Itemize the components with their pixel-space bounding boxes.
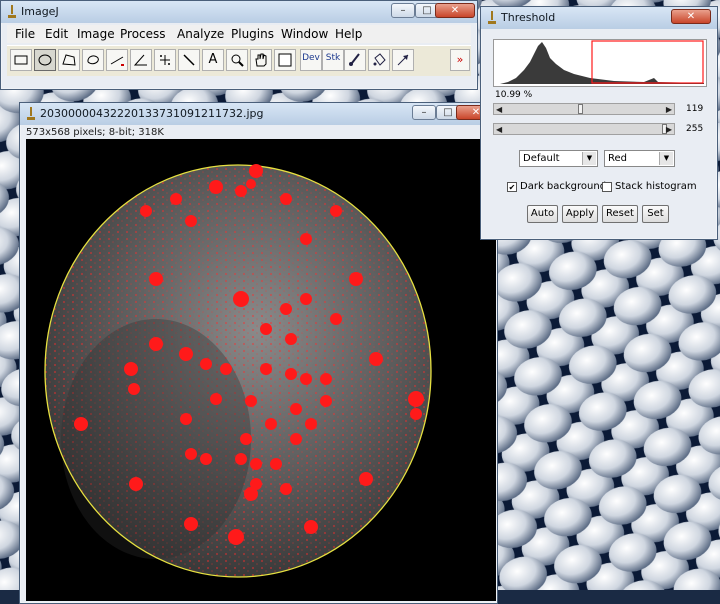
hand-icon[interactable] [250,49,272,71]
minimize-button[interactable]: – [391,3,415,18]
threshold-close-button[interactable]: ✕ [671,9,711,24]
threshold-percentage: 10.99 % [495,90,533,100]
arrow-icon[interactable] [392,49,414,71]
threshold-titlebar[interactable]: Threshold ✕ [481,7,717,29]
image-minimize-button[interactable]: – [412,105,436,120]
max-threshold-slider[interactable]: ◀ ▶ [493,123,675,135]
menu-process[interactable]: Process [120,27,166,41]
method-value: Default [523,153,560,164]
display-mode-select[interactable]: Red ▼ [604,150,675,167]
text-icon[interactable]: A [202,49,224,71]
menu-file[interactable]: File [15,27,35,41]
min-threshold-slider[interactable]: ◀ ▶ [493,103,675,115]
image-title: 20300000432220133731091211732.jpg [40,107,264,120]
min-slider-thumb[interactable] [578,104,583,114]
imagej-microscope-icon [8,5,16,18]
menu-plugins[interactable]: Plugins [231,27,274,41]
image-canvas[interactable] [26,139,496,601]
threshold-title: Threshold [501,11,556,24]
mode-value: Red [608,153,627,164]
image-info: 573x568 pixels; 8-bit; 318K [26,127,164,138]
auto-button[interactable]: Auto [527,205,558,223]
menu-help[interactable]: Help [335,27,362,41]
petri-dish-image [44,164,432,578]
brush-icon[interactable] [344,49,366,71]
reset-button[interactable]: Reset [602,205,638,223]
apply-button[interactable]: Apply [562,205,598,223]
menu-analyze[interactable]: Analyze [177,27,224,41]
menu-image[interactable]: Image [77,27,115,41]
stack-histogram-checkbox[interactable] [602,182,612,192]
threshold-window: Threshold ✕ 10.99 % ◀ ▶ 119 ◀ ▶ 255 Defa… [480,6,718,240]
more-tools-icon[interactable]: » [450,49,470,71]
threshold-histogram [493,39,707,87]
color-picker-icon[interactable] [274,49,296,71]
flood-fill-icon[interactable] [368,49,390,71]
chevron-down-icon: ▼ [659,152,673,165]
tool-bar: A Dev Stk » [7,45,471,76]
main-titlebar[interactable]: ImageJ – □ ✕ [1,1,477,23]
min-threshold-value: 119 [686,104,704,114]
menu-window[interactable]: Window [281,27,328,41]
imagej-microscope-icon [488,11,496,24]
oval-select-icon[interactable] [34,49,56,71]
main-title: ImageJ [21,5,59,18]
max-threshold-value: 255 [686,124,704,134]
threshold-range-box [591,40,704,84]
menu-bar: File Edit Image Process Analyze Plugins … [7,25,471,43]
magnifier-icon[interactable] [226,49,248,71]
imagej-microscope-icon [27,107,35,120]
image-window: 20300000432220133731091211732.jpg – □ ✕ … [19,102,498,604]
menu-edit[interactable]: Edit [45,27,68,41]
dark-background-checkbox[interactable]: ✔ [507,182,517,192]
image-titlebar[interactable]: 20300000432220133731091211732.jpg – □ ✕ [20,103,497,125]
multi-point-icon[interactable] [154,49,176,71]
wand-icon[interactable] [178,49,200,71]
freehand-select-icon[interactable] [82,49,104,71]
dev-menu-icon[interactable]: Dev [300,49,322,71]
method-select[interactable]: Default ▼ [519,150,598,167]
imagej-main-window: ImageJ – □ ✕ File Edit Image Process Ana… [0,0,478,90]
close-button[interactable]: ✕ [435,3,475,18]
rectangle-select-icon[interactable] [10,49,32,71]
angle-icon[interactable] [130,49,152,71]
chevron-down-icon: ▼ [582,152,596,165]
polygon-select-icon[interactable] [58,49,80,71]
stack-menu-icon[interactable]: Stk [322,49,344,71]
set-button[interactable]: Set [642,205,669,223]
dark-background-label: Dark background [520,181,607,192]
line-icon[interactable] [106,49,128,71]
stack-histogram-label: Stack histogram [615,181,697,192]
